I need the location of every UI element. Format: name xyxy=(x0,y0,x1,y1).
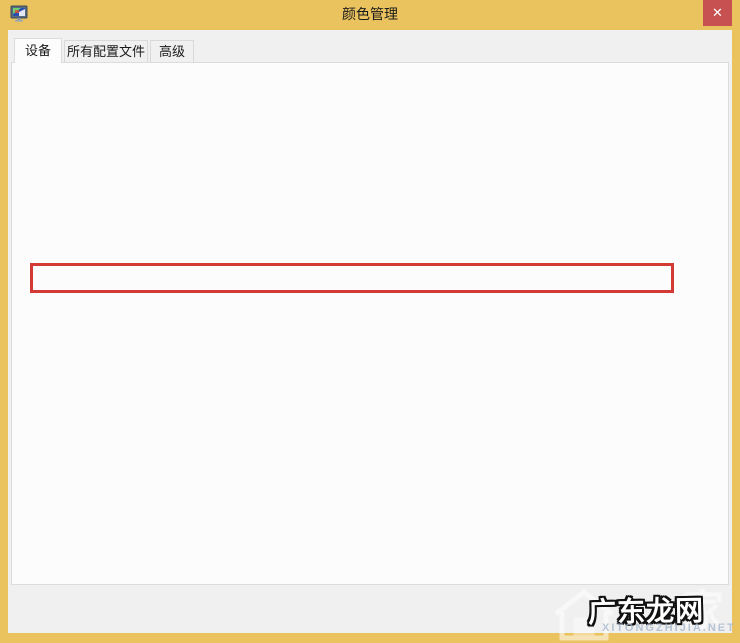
device-tab-page xyxy=(11,62,729,585)
tab-devices[interactable]: 设备 xyxy=(14,38,62,63)
color-management-window: 颜色管理 ✕ 设备 所有配置文件 高级 设备(D): 显示器: 1. 通用非即插… xyxy=(0,0,740,643)
titlebar[interactable]: 颜色管理 ✕ xyxy=(0,0,740,30)
tab-advanced[interactable]: 高级 xyxy=(150,40,194,62)
window-title: 颜色管理 xyxy=(342,6,398,22)
tab-all-profiles[interactable]: 所有配置文件 xyxy=(64,40,148,62)
close-icon[interactable]: ✕ xyxy=(703,0,732,26)
